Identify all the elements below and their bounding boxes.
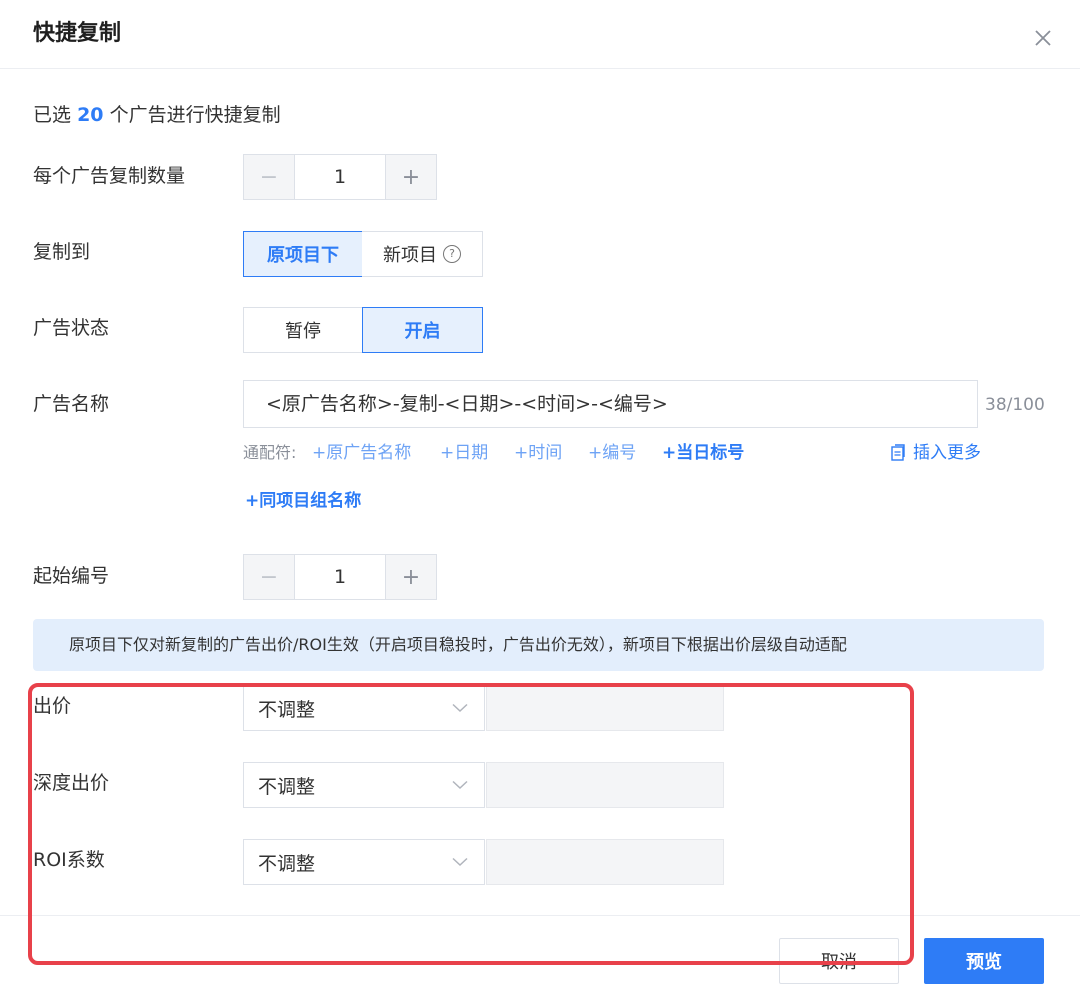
help-icon[interactable]: ? — [443, 245, 461, 263]
deep-bid-select[interactable]: 不调整 — [243, 762, 485, 808]
ad-status-on-option[interactable]: 开启 — [362, 307, 483, 353]
insert-more-label: 插入更多 — [913, 443, 981, 463]
copy-to-label: 复制到 — [33, 241, 91, 263]
wildcard-project-group-name[interactable]: +同项目组名称 — [245, 488, 361, 514]
preview-button[interactable]: 预览 — [924, 938, 1044, 984]
ad-status-label: 广告状态 — [33, 317, 110, 339]
copy-count-value[interactable]: 1 — [295, 155, 385, 199]
insert-more-link[interactable]: 插入更多 — [890, 440, 981, 466]
wildcard-daily-index[interactable]: +当日标号 — [662, 440, 744, 466]
wildcard-date[interactable]: +日期 — [440, 440, 488, 466]
bid-select-value: 不调整 — [258, 698, 316, 721]
roi-select[interactable]: 不调整 — [243, 839, 485, 885]
roi-select-value: 不调整 — [258, 852, 316, 875]
wildcard-original-name[interactable]: +原广告名称 — [312, 440, 411, 466]
start-number-plus-button[interactable]: + — [385, 555, 436, 599]
footer-divider — [0, 915, 1080, 916]
wildcard-time[interactable]: +时间 — [514, 440, 562, 466]
copy-count-label: 每个广告复制数量 — [33, 165, 186, 187]
roi-label: ROI系数 — [33, 849, 105, 871]
document-icon — [891, 444, 905, 461]
bid-value-input — [486, 685, 724, 731]
new-project-label: 新项目 — [383, 245, 437, 266]
copy-to-new-project-option[interactable]: 新项目 ? — [362, 231, 483, 277]
ad-status-pause-option[interactable]: 暂停 — [243, 307, 363, 353]
info-notice: 原项目下仅对新复制的广告出价/ROI生效（开启项目稳投时，广告出价无效），新项目… — [33, 619, 1044, 671]
chevron-down-icon — [452, 857, 468, 867]
copy-count-stepper: − 1 + — [243, 154, 437, 200]
header-divider — [0, 68, 1080, 69]
summary-prefix: 已选 — [33, 104, 72, 126]
start-number-value[interactable]: 1 — [295, 555, 385, 599]
chevron-down-icon — [452, 703, 468, 713]
ad-name-label: 广告名称 — [33, 393, 110, 415]
copy-count-plus-button[interactable]: + — [385, 155, 436, 199]
selected-count: 20 — [77, 104, 104, 126]
close-icon[interactable] — [1031, 26, 1055, 50]
ad-name-char-counter: 38/100 — [985, 395, 1045, 415]
deep-bid-value-input — [486, 762, 724, 808]
dialog-title: 快捷复制 — [33, 21, 122, 46]
wildcard-label: 通配符: — [243, 443, 297, 462]
wildcard-number[interactable]: +编号 — [588, 440, 636, 466]
roi-value-input — [486, 839, 724, 885]
chevron-down-icon — [452, 780, 468, 790]
deep-bid-label: 深度出价 — [33, 772, 110, 794]
ad-name-input[interactable]: <原广告名称>-复制-<日期>-<时间>-<编号> — [243, 380, 978, 428]
start-number-stepper: − 1 + — [243, 554, 437, 600]
copy-to-original-project-option[interactable]: 原项目下 — [243, 231, 363, 277]
summary-suffix: 个广告进行快捷复制 — [109, 104, 281, 126]
cancel-button[interactable]: 取消 — [779, 938, 899, 984]
selection-summary: 已选 20 个广告进行快捷复制 — [33, 100, 281, 130]
start-number-label: 起始编号 — [33, 565, 110, 587]
bid-label: 出价 — [33, 695, 72, 717]
bid-select[interactable]: 不调整 — [243, 685, 485, 731]
copy-count-minus-button[interactable]: − — [244, 155, 295, 199]
deep-bid-select-value: 不调整 — [258, 775, 316, 798]
start-number-minus-button[interactable]: − — [244, 555, 295, 599]
